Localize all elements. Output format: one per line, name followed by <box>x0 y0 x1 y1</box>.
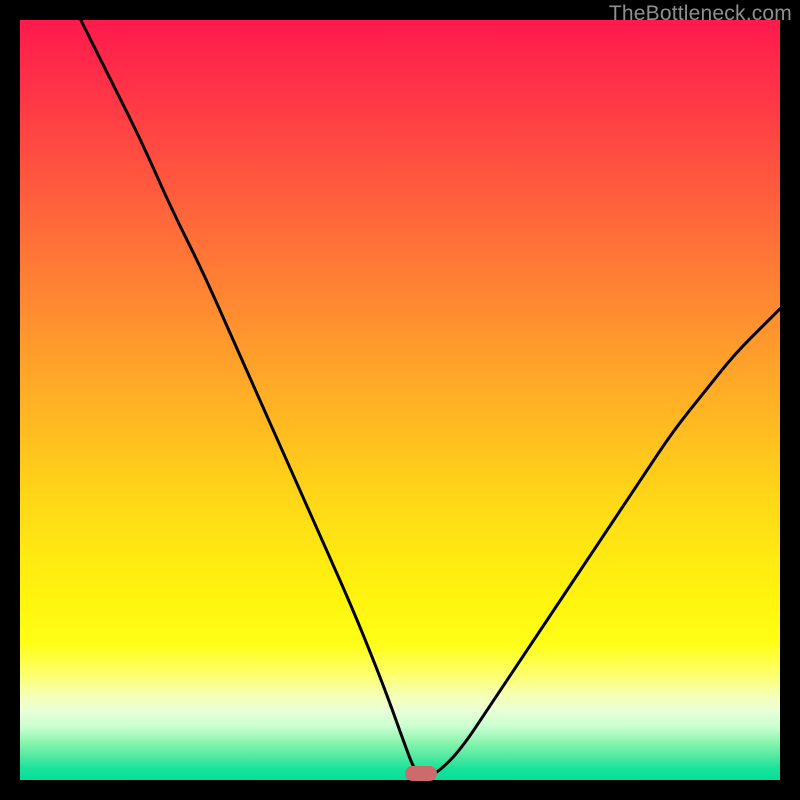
curve-path <box>81 20 780 775</box>
plot-area <box>20 20 780 780</box>
chart-stage: TheBottleneck.com <box>0 0 800 800</box>
bottleneck-curve <box>20 20 780 780</box>
minimum-marker <box>405 766 437 781</box>
